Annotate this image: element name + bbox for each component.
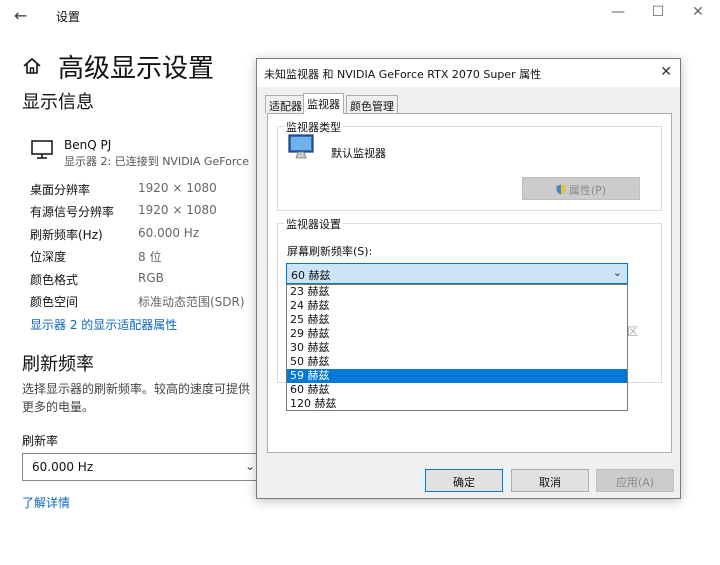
display-info-heading: 显示信息 bbox=[22, 92, 94, 113]
dropdown-option[interactable]: 60 赫兹 bbox=[287, 383, 627, 397]
tab-adapter[interactable]: 适配器 bbox=[265, 95, 306, 113]
info-label: 颜色空间 bbox=[30, 295, 79, 309]
tab-monitor[interactable]: 监视器 bbox=[303, 93, 344, 114]
cancel-button[interactable]: 取消 bbox=[511, 469, 589, 492]
info-label: 刷新频率(Hz) bbox=[30, 228, 103, 242]
dialog-title: 未知监视器 和 NVIDIA GeForce RTX 2070 Super 属性 bbox=[264, 68, 542, 81]
apply-button[interactable]: 应用(A) bbox=[596, 469, 674, 492]
info-value: 标准动态范围(SDR) bbox=[138, 295, 245, 309]
settings-titlebar: ← 设置 — ☐ ✕ bbox=[0, 0, 720, 30]
close-icon[interactable]: ✕ bbox=[660, 64, 672, 80]
refresh-rate-combo-value: 60 赫兹 bbox=[291, 269, 331, 282]
dropdown-option[interactable]: 23 赫兹 bbox=[287, 285, 627, 299]
ok-button[interactable]: 确定 bbox=[425, 469, 503, 492]
info-value: 1920 × 1080 bbox=[138, 181, 217, 195]
dropdown-option[interactable]: 24 赫兹 bbox=[287, 299, 627, 313]
close-icon[interactable]: ✕ bbox=[688, 4, 708, 20]
maximize-icon[interactable]: ☐ bbox=[648, 4, 668, 20]
refresh-rate-select[interactable]: 60.000 Hz ⌄ bbox=[22, 453, 262, 481]
refresh-rate-heading: 刷新频率 bbox=[22, 354, 94, 375]
dropdown-option[interactable]: 120 赫兹 bbox=[287, 397, 627, 411]
info-value: 1920 × 1080 bbox=[138, 203, 217, 217]
refresh-description: 更多的电量。 bbox=[22, 400, 95, 414]
page-title: 高级显示设置 bbox=[58, 54, 215, 84]
info-label: 颜色格式 bbox=[30, 273, 79, 287]
home-icon[interactable] bbox=[22, 56, 42, 76]
window-title: 设置 bbox=[56, 10, 81, 24]
dropdown-option[interactable]: 50 赫兹 bbox=[287, 355, 627, 369]
dropdown-option[interactable]: 25 赫兹 bbox=[287, 313, 627, 327]
properties-button[interactable]: 属性(P) bbox=[522, 177, 640, 200]
default-monitor-label: 默认监视器 bbox=[331, 147, 386, 160]
properties-button-label: 属性(P) bbox=[568, 184, 607, 197]
shield-icon bbox=[556, 184, 566, 195]
dropdown-option-highlighted[interactable]: 59 赫兹 bbox=[287, 369, 627, 383]
display-name: BenQ PJ bbox=[64, 138, 112, 152]
display-connection: 显示器 2: 已连接到 NVIDIA GeForce bbox=[64, 155, 249, 168]
occluded-text-fragment: 区 bbox=[627, 325, 638, 338]
minimize-icon[interactable]: — bbox=[608, 4, 628, 20]
dropdown-option[interactable]: 29 赫兹 bbox=[287, 327, 627, 341]
monitor-icon bbox=[31, 140, 53, 159]
info-value: RGB bbox=[138, 271, 164, 285]
tab-color-management[interactable]: 颜色管理 bbox=[346, 95, 398, 113]
refresh-rate-dropdown-list: 23 赫兹 24 赫兹 25 赫兹 29 赫兹 30 赫兹 50 赫兹 59 赫… bbox=[286, 284, 628, 411]
learn-more-link[interactable]: 了解详情 bbox=[22, 494, 70, 511]
screen-refresh-rate-label: 屏幕刷新频率(S): bbox=[287, 245, 373, 258]
chevron-down-icon: ⌄ bbox=[244, 459, 255, 473]
info-label: 位深度 bbox=[30, 250, 67, 264]
adapter-properties-link[interactable]: 显示器 2 的显示适配器属性 bbox=[30, 316, 177, 333]
refresh-rate-value: 60.000 Hz bbox=[32, 460, 94, 474]
info-label: 桌面分辨率 bbox=[30, 183, 91, 197]
info-value: 60.000 Hz bbox=[138, 226, 200, 240]
monitor-icon bbox=[288, 134, 314, 159]
monitor-properties-dialog: 未知监视器 和 NVIDIA GeForce RTX 2070 Super 属性… bbox=[256, 58, 681, 499]
monitor-settings-legend: 监视器设置 bbox=[284, 216, 343, 232]
dropdown-option[interactable]: 30 赫兹 bbox=[287, 341, 627, 355]
refresh-description: 选择显示器的刷新频率。较高的速度可提供 bbox=[22, 382, 251, 396]
info-label: 有源信号分辨率 bbox=[30, 205, 115, 219]
refresh-rate-label: 刷新率 bbox=[22, 434, 59, 448]
chevron-down-icon: ⌄ bbox=[612, 266, 622, 279]
info-value: 8 位 bbox=[138, 250, 162, 264]
refresh-rate-combobox[interactable]: 60 赫兹 ⌄ bbox=[286, 263, 628, 284]
dialog-titlebar: 未知监视器 和 NVIDIA GeForce RTX 2070 Super 属性… bbox=[257, 59, 680, 87]
back-arrow-icon[interactable]: ← bbox=[14, 6, 27, 25]
